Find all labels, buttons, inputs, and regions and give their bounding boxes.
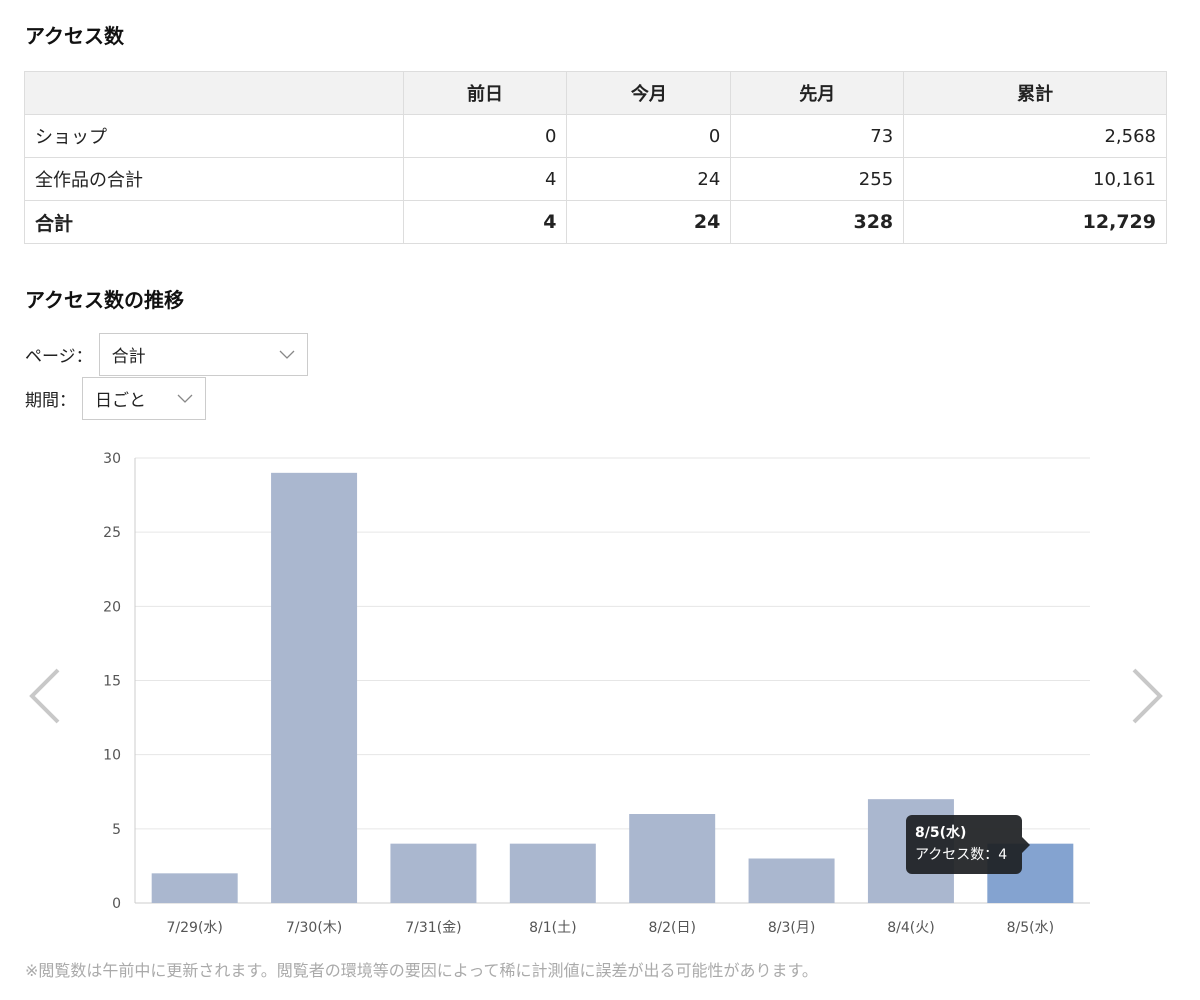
- chart-bar[interactable]: [271, 472, 358, 903]
- y-tick-label: 5: [112, 822, 121, 838]
- y-tick-label: 0: [112, 896, 121, 912]
- page-select-value: 合計: [111, 347, 146, 367]
- table-cell: 10,161: [903, 157, 1167, 201]
- x-tick-label: 7/29(水): [167, 920, 223, 936]
- section-title-access: アクセス数: [25, 24, 124, 48]
- table-cell: 73: [730, 114, 905, 158]
- x-tick-label: 8/3(月): [768, 920, 815, 936]
- chevron-down-icon: [177, 394, 193, 403]
- total-cell: 328: [730, 200, 905, 244]
- y-axis-ticks: 0 5 10 15 20 25 30: [103, 451, 121, 912]
- x-tick-label: 8/1(土): [529, 920, 576, 936]
- chart-bar[interactable]: [629, 814, 716, 903]
- chart-tooltip: 8/5(水) アクセス数：4: [906, 815, 1030, 874]
- table-cell: 2,568: [903, 114, 1167, 158]
- x-tick-label: 8/5(水): [1007, 920, 1054, 936]
- table-header-cell: 前日: [402, 71, 568, 115]
- total-cell: 4: [402, 200, 568, 244]
- row-label: ショップ: [24, 114, 404, 158]
- x-tick-label: 8/2(日): [648, 920, 695, 936]
- table-row: 全作品の合計 4 24 255 10,161: [24, 157, 1167, 201]
- table-cell: 0: [566, 114, 732, 158]
- row-label: 全作品の合計: [24, 157, 404, 201]
- y-tick-label: 15: [103, 674, 121, 690]
- chart-bar[interactable]: [151, 873, 238, 903]
- chevron-down-icon: [279, 350, 295, 359]
- x-tick-label: 7/30(木): [286, 920, 342, 936]
- period-filter: 期間： 日ごと: [25, 377, 206, 420]
- table-cell: 24: [566, 157, 732, 201]
- page-filter: ページ： 合計: [25, 333, 308, 376]
- table-cell: 0: [402, 114, 568, 158]
- x-tick-label: 7/31(金): [405, 920, 461, 936]
- table-total-row: 合計 4 24 328 12,729: [24, 200, 1167, 244]
- page-filter-label: ページ：: [25, 347, 93, 367]
- chart-bar[interactable]: [390, 843, 477, 903]
- table-cell: 255: [730, 157, 905, 201]
- total-cell: 12,729: [903, 200, 1167, 244]
- table-header-cell: 累計: [903, 71, 1167, 115]
- y-tick-label: 25: [103, 525, 121, 541]
- page-select[interactable]: 合計: [98, 333, 308, 376]
- footnote: ※閲覧数は午前中に更新されます。閲覧者の環境等の要因によって稀に計測値に誤差が出…: [25, 961, 818, 980]
- table-header-cell: 今月: [566, 71, 732, 115]
- y-tick-label: 30: [103, 451, 121, 467]
- y-tick-label: 20: [103, 599, 121, 615]
- table-header-row: 前日 今月 先月 累計: [24, 71, 1167, 115]
- x-tick-label: 8/4(火): [887, 920, 934, 936]
- table-cell: 4: [402, 157, 568, 201]
- chart-bar[interactable]: [509, 843, 596, 903]
- period-filter-label: 期間：: [25, 391, 76, 411]
- period-select[interactable]: 日ごと: [82, 377, 206, 420]
- y-tick-label: 10: [103, 748, 121, 764]
- tooltip-value: アクセス数：4: [915, 847, 1008, 864]
- table-header-cell: [24, 71, 404, 115]
- chart-bar[interactable]: [748, 858, 835, 904]
- tooltip-title: 8/5(水): [915, 825, 967, 841]
- chevron-left-icon[interactable]: [28, 668, 62, 724]
- total-cell: 24: [566, 200, 732, 244]
- total-label: 合計: [24, 200, 404, 244]
- table-header-cell: 先月: [730, 71, 905, 115]
- chevron-right-icon[interactable]: [1130, 668, 1164, 724]
- section-title-trend: アクセス数の推移: [25, 288, 184, 312]
- access-stats-table: 前日 今月 先月 累計 ショップ 0 0 73 2,568 全作品の合計 4 2…: [24, 71, 1167, 244]
- table-row: ショップ 0 0 73 2,568: [24, 114, 1167, 158]
- x-axis-labels: 7/29(水) 7/30(木) 7/31(金) 8/1(土) 8/2(日) 8/3(月) 8…: [167, 920, 1055, 936]
- period-select-value: 日ごと: [95, 391, 146, 411]
